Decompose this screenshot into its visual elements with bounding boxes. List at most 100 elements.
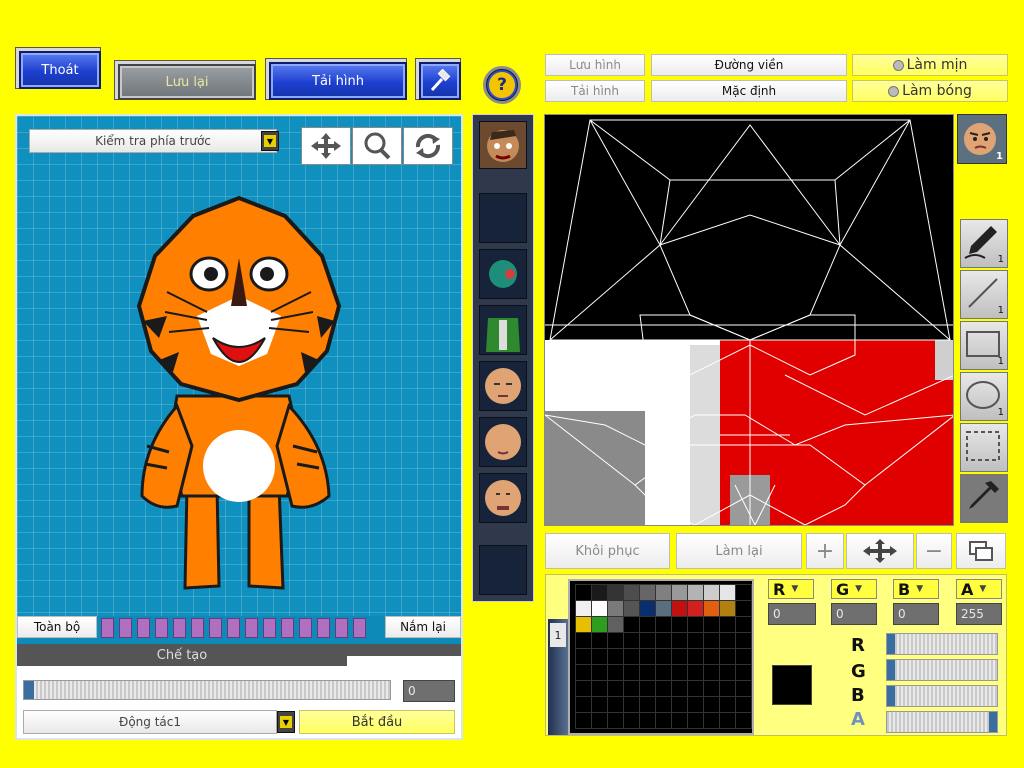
frame-cell[interactable] [263,618,276,638]
palette-cell[interactable] [607,712,624,729]
palette-cell[interactable] [607,632,624,649]
palette-cell[interactable] [639,600,656,617]
palette-cell[interactable] [623,648,640,665]
palette-cell[interactable] [591,616,608,633]
palette-cell[interactable] [687,648,704,665]
palette-cell[interactable] [703,712,720,729]
pan-button[interactable] [846,533,914,569]
palette-cell[interactable] [735,680,752,697]
smooth-radio[interactable] [892,59,904,71]
palette-cell[interactable] [687,664,704,681]
palette-cell[interactable] [719,696,736,713]
outline-button[interactable]: Đường viền [651,54,847,76]
select-tool-button[interactable] [960,423,1008,472]
palette-cell[interactable] [655,712,672,729]
default-button[interactable]: Mặc định [651,80,847,102]
palette-cell[interactable] [623,696,640,713]
part-thumb-face-2[interactable] [479,361,527,411]
hammer-button[interactable] [419,62,461,100]
view-select[interactable]: Kiểm tra phía trước [29,129,277,153]
palette-cell[interactable] [687,600,704,617]
palette-cell[interactable] [655,680,672,697]
frame-cell[interactable] [209,618,222,638]
b-slider-handle[interactable] [887,686,895,706]
palette-cell[interactable] [703,680,720,697]
palette-cell[interactable] [671,616,688,633]
frame-cell[interactable] [299,618,312,638]
line-tool-button[interactable]: 1 [960,270,1008,319]
b-value-field[interactable]: 0 [893,603,939,625]
a-value-field[interactable]: 255 [956,603,1002,625]
create-progress-handle[interactable] [24,681,34,699]
palette-cell[interactable] [575,616,592,633]
frame-cell[interactable] [101,618,114,638]
palette-cell[interactable] [591,712,608,729]
palette-cell[interactable] [591,632,608,649]
eyedropper-tool-button[interactable] [960,474,1008,523]
palette-cell[interactable] [655,616,672,633]
part-thumb-body[interactable] [479,305,527,355]
palette-cell[interactable] [687,584,704,601]
rectangle-tool-button[interactable]: 1 [960,321,1008,370]
palette-cell[interactable] [575,712,592,729]
b-slider[interactable] [886,685,998,707]
shade-radio[interactable] [888,85,900,97]
frame-cell[interactable] [119,618,132,638]
part-thumb-hair[interactable] [479,249,527,299]
frame-cell[interactable] [335,618,348,638]
palette-cell[interactable] [735,632,752,649]
palette-cell[interactable] [575,680,592,697]
palette-cell[interactable] [687,632,704,649]
palette-cell[interactable] [719,616,736,633]
r-slider-handle[interactable] [887,634,895,654]
palette-cell[interactable] [623,680,640,697]
palette-cell[interactable] [575,648,592,665]
part-thumb-empty-1[interactable] [479,193,527,243]
action-select[interactable]: Động tác1 [23,710,277,734]
palette-cell[interactable] [735,616,752,633]
palette-cell[interactable] [607,664,624,681]
palette-cell[interactable] [735,696,752,713]
smooth-option[interactable]: Làm mịn [852,54,1008,76]
ellipse-tool-button[interactable]: 1 [960,372,1008,421]
palette-cell[interactable] [655,584,672,601]
g-slider[interactable] [886,659,998,681]
save-button[interactable]: Lưu lại [118,64,256,100]
palette-cell[interactable] [655,600,672,617]
create-progress-slider[interactable] [23,680,391,700]
frame-cell[interactable] [173,618,186,638]
r-value-field[interactable]: 0 [768,603,816,625]
palette-cell[interactable] [607,648,624,665]
palette-cell[interactable] [639,584,656,601]
part-thumb-face[interactable] [479,121,527,169]
grab-frame-button[interactable]: Nắm lại [385,616,461,638]
palette-cell[interactable] [591,664,608,681]
palette-cell[interactable] [639,696,656,713]
part-thumb-face-3[interactable] [479,417,527,467]
help-button[interactable]: ? [483,66,521,104]
palette-grid[interactable] [568,579,754,735]
pen-tool-button[interactable]: 1 [960,219,1008,268]
g-slider-handle[interactable] [887,660,895,680]
palette-cell[interactable] [607,680,624,697]
palette-cell[interactable] [719,584,736,601]
palette-cell[interactable] [623,600,640,617]
layer-button[interactable] [956,533,1006,569]
frame-cell[interactable] [281,618,294,638]
start-button[interactable]: Bắt đầu [299,710,455,734]
palette-cell[interactable] [735,648,752,665]
redo-button[interactable]: Làm lại [676,533,802,569]
frame-cell[interactable] [245,618,258,638]
palette-cell[interactable] [671,600,688,617]
palette-cell[interactable] [655,648,672,665]
g-value-field[interactable]: 0 [831,603,877,625]
rotate-button[interactable] [403,127,453,165]
palette-cell[interactable] [703,584,720,601]
palette-cell[interactable] [623,632,640,649]
zoom-in-button[interactable]: + [806,533,844,569]
load-button[interactable]: Tải hình [269,62,407,100]
palette-cell[interactable] [719,600,736,617]
character-avatar[interactable]: 1 [957,114,1007,164]
palette-cell[interactable] [591,696,608,713]
palette-cell[interactable] [703,632,720,649]
